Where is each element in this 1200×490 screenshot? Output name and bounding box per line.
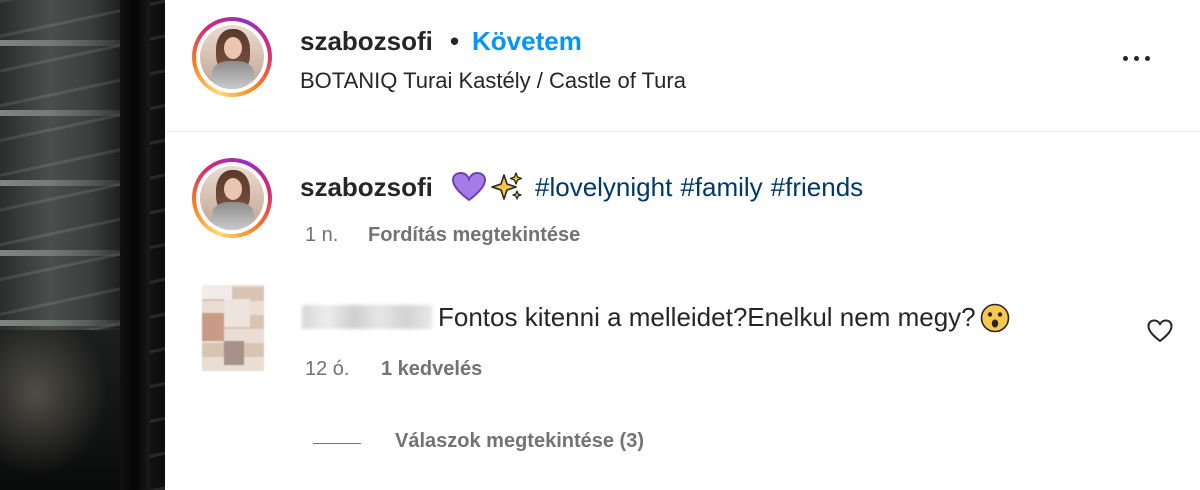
comment-text-row: Fontos kitenni a melleidet?Enelkul nem m… — [438, 302, 1010, 333]
post-caption: szabozsofi #lovelynight #family #friends… — [165, 132, 1200, 272]
header-username[interactable]: szabozsofi — [300, 26, 433, 57]
caption-timestamp[interactable]: 1 n. — [305, 224, 338, 247]
astonished-face-icon — [980, 303, 1009, 332]
caption-emojis — [452, 172, 524, 202]
post-header: szabozsofi • Követem BOTANIQ Turai Kasté… — [165, 0, 1200, 132]
caption-username[interactable]: szabozsofi — [300, 172, 433, 203]
header-avatar[interactable] — [192, 17, 272, 97]
commenter-avatar[interactable] — [202, 285, 264, 371]
hashtag-list: #lovelynight #family #friends — [535, 172, 863, 203]
comment-likes[interactable]: 1 kedvelés — [381, 358, 482, 381]
location-link[interactable]: BOTANIQ Turai Kastély / Castle of Tura — [300, 68, 686, 94]
comment-timestamp[interactable]: 12 ó. — [305, 358, 349, 381]
hashtag-link[interactable]: #lovelynight — [535, 172, 672, 203]
commenter-username-blurred[interactable] — [302, 305, 432, 329]
see-translation-button[interactable]: Fordítás megtekintése — [368, 224, 580, 247]
post-photo — [0, 0, 165, 490]
hashtag-link[interactable]: #friends — [771, 172, 864, 203]
following-button[interactable]: Követem — [472, 26, 582, 57]
like-heart-icon[interactable] — [1147, 319, 1173, 343]
view-replies-button[interactable]: Válaszok megtekintése (3) — [395, 430, 644, 453]
replies-divider — [313, 443, 361, 444]
hashtag-link[interactable]: #family — [680, 172, 762, 203]
comment-item: Fontos kitenni a melleidet?Enelkul nem m… — [165, 272, 1200, 490]
comment-text: Fontos kitenni a melleidet?Enelkul nem m… — [438, 302, 976, 332]
sparkles-icon — [491, 172, 523, 200]
separator-dot: • — [450, 26, 460, 56]
purple-heart-icon — [452, 172, 486, 202]
caption-avatar[interactable] — [192, 158, 272, 238]
more-horizontal-icon[interactable] — [1123, 48, 1163, 68]
